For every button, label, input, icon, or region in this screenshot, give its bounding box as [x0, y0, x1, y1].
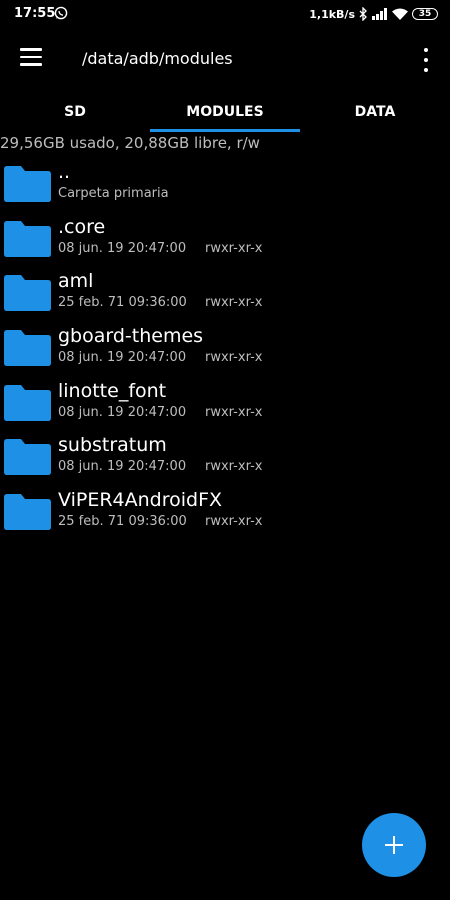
tab-data[interactable]: DATA: [300, 90, 450, 134]
file-permissions: rwxr-xr-x: [205, 350, 263, 366]
net-speed: 1,1kB/s: [309, 7, 355, 21]
status-indicators: 1,1kB/s 35: [309, 5, 438, 23]
file-name: linotte_font: [58, 379, 167, 402]
list-item-core[interactable]: .core 08 jun. 19 20:47:00 rwxr-xr-x: [0, 211, 450, 266]
list-item-parent[interactable]: .. Carpeta primaria: [0, 156, 450, 211]
signal-icon: [372, 8, 387, 20]
file-name: substratum: [58, 434, 167, 457]
storage-info: 29,56GB usado, 20,88GB libre, r/w: [0, 134, 260, 152]
file-date: 08 jun. 19 20:47:00: [58, 404, 187, 420]
battery-level: 35: [418, 9, 432, 19]
file-permissions: rwxr-xr-x: [205, 240, 263, 256]
more-vert-icon[interactable]: [416, 48, 436, 72]
file-permissions: rwxr-xr-x: [205, 459, 263, 475]
app-bar: /data/adb/modules: [0, 28, 450, 90]
file-permissions: rwxr-xr-x: [205, 514, 263, 530]
file-date: 08 jun. 19 20:47:00: [58, 350, 187, 366]
file-permissions: rwxr-xr-x: [205, 295, 263, 311]
list-item-substratum[interactable]: substratum 08 jun. 19 20:47:00 rwxr-xr-x: [0, 429, 450, 484]
list-item-aml[interactable]: aml 25 feb. 71 09:36:00 rwxr-xr-x: [0, 265, 450, 320]
folder-icon: [4, 439, 51, 476]
bluetooth-icon: [359, 7, 367, 21]
tab-sd[interactable]: SD: [0, 90, 150, 134]
wifi-icon: [392, 8, 408, 20]
folder-icon: [4, 275, 51, 312]
battery-icon: 35: [412, 8, 438, 20]
status-time: 17:55: [14, 6, 56, 21]
file-name: aml: [58, 270, 94, 293]
file-name: ViPER4AndroidFX: [58, 489, 223, 512]
active-tab-indicator: [150, 129, 300, 132]
file-date: 25 feb. 71 09:36:00: [58, 295, 187, 311]
add-fab-button[interactable]: [362, 813, 426, 877]
list-item-viper4androidfx[interactable]: ViPER4AndroidFX 25 feb. 71 09:36:00 rwxr…: [0, 484, 450, 539]
file-name: gboard-themes: [58, 325, 204, 348]
folder-icon: [4, 330, 51, 367]
tab-modules[interactable]: MODULES: [150, 90, 300, 134]
plus-icon: [385, 836, 403, 854]
folder-icon: [4, 220, 51, 257]
folder-icon: [4, 166, 51, 202]
file-date: 08 jun. 19 20:47:00: [58, 240, 187, 256]
status-bar: 17:55 1,1kB/s 35: [0, 0, 450, 28]
file-permissions: rwxr-xr-x: [205, 404, 263, 420]
file-name: .core: [58, 215, 106, 238]
current-path: /data/adb/modules: [82, 49, 233, 68]
file-subtitle: Carpeta primaria: [58, 186, 169, 201]
file-date: 25 feb. 71 09:36:00: [58, 514, 187, 530]
hamburger-menu-icon[interactable]: [20, 48, 44, 68]
folder-icon: [4, 494, 51, 531]
file-name: ..: [58, 161, 71, 183]
folder-icon: [4, 384, 51, 421]
list-item-gboard-themes[interactable]: gboard-themes 08 jun. 19 20:47:00 rwxr-x…: [0, 320, 450, 375]
list-item-linotte-font[interactable]: linotte_font 08 jun. 19 20:47:00 rwxr-xr…: [0, 375, 450, 430]
tab-bar: SD MODULES DATA: [0, 90, 450, 134]
whatsapp-icon: [54, 6, 68, 20]
file-list: .. Carpeta primaria .core 08 jun. 19 20:…: [0, 156, 450, 539]
file-date: 08 jun. 19 20:47:00: [58, 459, 187, 475]
